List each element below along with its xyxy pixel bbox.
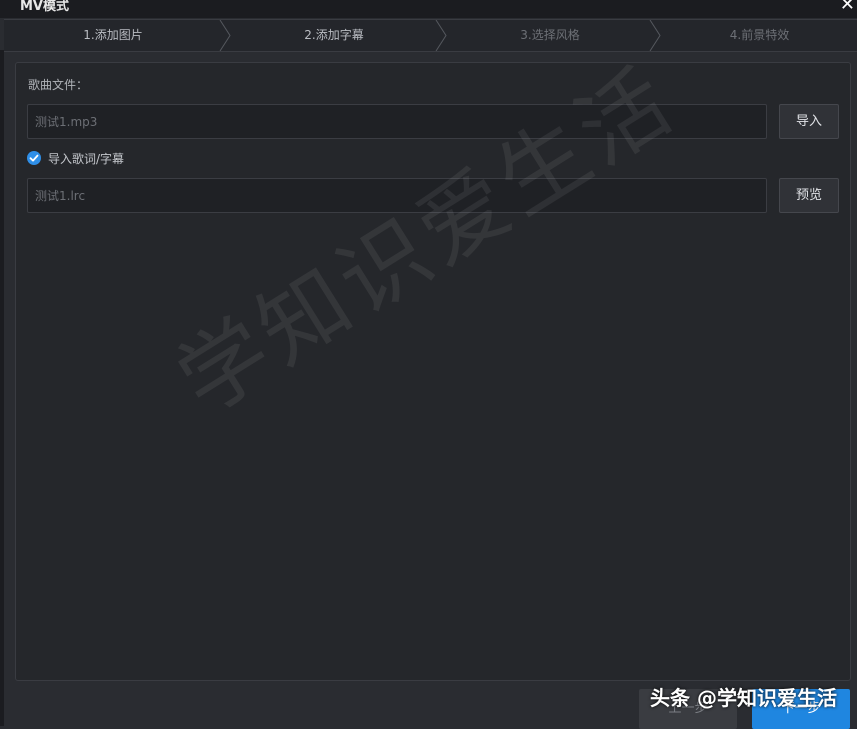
settings-panel (15, 62, 851, 681)
lyrics-checkbox-label[interactable]: 导入歌词/字幕 (48, 150, 124, 167)
checkmark-icon (29, 154, 39, 162)
song-file-label: 歌曲文件： (28, 78, 89, 92)
step-divider-chevron-icon (219, 20, 231, 51)
step-add-subtitles[interactable]: 2.添加字幕 (232, 20, 436, 51)
window-title: MV模式 (20, 0, 69, 14)
step-divider-chevron-icon (435, 20, 447, 51)
close-icon[interactable]: ✕ (840, 0, 855, 15)
step-choose-style[interactable]: 3.选择风格 (448, 20, 652, 51)
song-file-field[interactable] (27, 104, 767, 139)
step-divider-chevron-icon (649, 20, 661, 51)
step-label: 4.前景特效 (729, 28, 790, 42)
song-file-input[interactable] (28, 105, 766, 138)
step-label: 1.添加图片 (83, 28, 143, 42)
step-add-images[interactable]: 1.添加图片 (4, 20, 222, 51)
step-label: 3.选择风格 (520, 28, 580, 42)
lyrics-checkbox[interactable] (27, 151, 41, 165)
preview-button[interactable]: 预览 (779, 178, 839, 213)
lyrics-file-field[interactable] (27, 178, 767, 213)
step-foreground-effects[interactable]: 4.前景特效 (662, 20, 857, 51)
title-bar: MV模式 ✕ (0, 0, 857, 18)
lyrics-file-input[interactable] (28, 179, 766, 212)
step-label: 2.添加字幕 (304, 28, 364, 42)
left-edge (0, 50, 4, 726)
source-credit: 头条 @学知识爱生活 (650, 686, 837, 710)
import-button[interactable]: 导入 (779, 104, 839, 139)
step-wizard-bar: 1.添加图片 2.添加字幕 3.选择风格 4.前景特效 (4, 19, 857, 52)
